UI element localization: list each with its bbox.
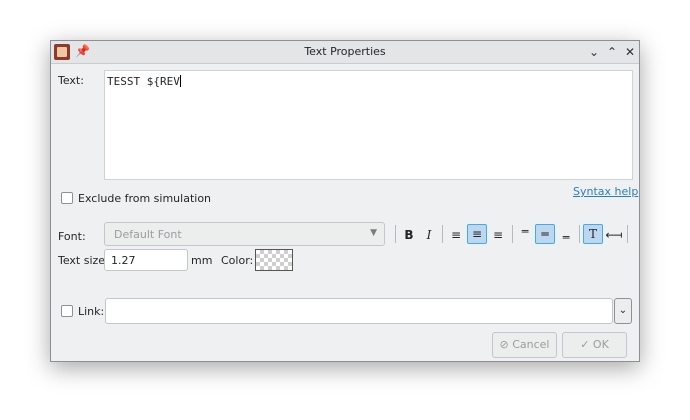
bold-button[interactable]: B <box>399 225 419 245</box>
chevron-up-icon[interactable]: ⌃ <box>603 43 621 61</box>
text-properties-dialog: 📌 Text Properties ⌄ ⌃ ✕ Text: TESST ${RE… <box>50 40 640 362</box>
chevron-down-icon[interactable]: ⌄ <box>585 43 603 61</box>
close-icon[interactable]: ✕ <box>621 43 639 61</box>
color-label: Color: <box>221 254 254 267</box>
exclude-from-simulation-checkbox[interactable] <box>61 192 73 204</box>
cancel-label: Cancel <box>512 338 550 351</box>
valign-top-icon[interactable]: ═ <box>515 222 535 242</box>
font-label: Font: <box>58 230 86 243</box>
link-label: Link: <box>78 305 105 318</box>
check-icon: ✓ <box>580 338 590 351</box>
text-size-unit: mm <box>191 254 213 267</box>
exclude-from-simulation-label: Exclude from simulation <box>78 192 212 205</box>
orientation-icon[interactable]: ⟻ <box>604 225 624 245</box>
text-size-label: Text size: <box>58 254 109 267</box>
link-dropdown-button[interactable]: ⌄ <box>614 298 632 324</box>
text-icon[interactable]: T <box>583 224 603 244</box>
text-cursor <box>179 75 181 87</box>
font-select-value: Default Font <box>114 228 182 241</box>
text-value: TESST ${REV <box>107 75 180 88</box>
align-center-icon[interactable]: ≡ <box>467 224 487 244</box>
italic-button[interactable]: I <box>419 225 439 245</box>
align-right-icon[interactable]: ≡ <box>488 225 508 245</box>
color-swatch[interactable] <box>255 249 293 271</box>
window-title: Text Properties <box>304 45 386 58</box>
font-select[interactable]: Default Font ▼ <box>104 222 385 246</box>
toolbar-separator <box>395 225 396 243</box>
ok-label: OK <box>592 338 609 351</box>
text-input[interactable]: TESST ${REV <box>104 70 633 180</box>
toolbar-separator <box>627 225 628 243</box>
text-size-input[interactable]: 1.27 <box>104 249 188 271</box>
chevron-down-icon: ▼ <box>370 228 377 238</box>
link-input[interactable] <box>105 298 613 324</box>
valign-center-icon[interactable]: ═ <box>535 224 555 244</box>
valign-bottom-icon[interactable]: ═ <box>556 228 576 248</box>
ok-button[interactable]: ✓ OK <box>562 332 627 358</box>
title-bar: 📌 Text Properties ⌄ ⌃ ✕ <box>51 41 639 64</box>
toolbar-separator <box>442 225 443 243</box>
text-label: Text: <box>58 74 84 87</box>
cancel-button[interactable]: ⊘ Cancel <box>492 332 557 358</box>
toolbar-separator <box>579 225 580 243</box>
syntax-help-link[interactable]: Syntax help <box>573 185 638 198</box>
cancel-icon: ⊘ <box>499 338 509 351</box>
align-left-icon[interactable]: ≡ <box>446 225 466 245</box>
toolbar-separator <box>512 225 513 243</box>
link-checkbox[interactable] <box>61 305 73 317</box>
